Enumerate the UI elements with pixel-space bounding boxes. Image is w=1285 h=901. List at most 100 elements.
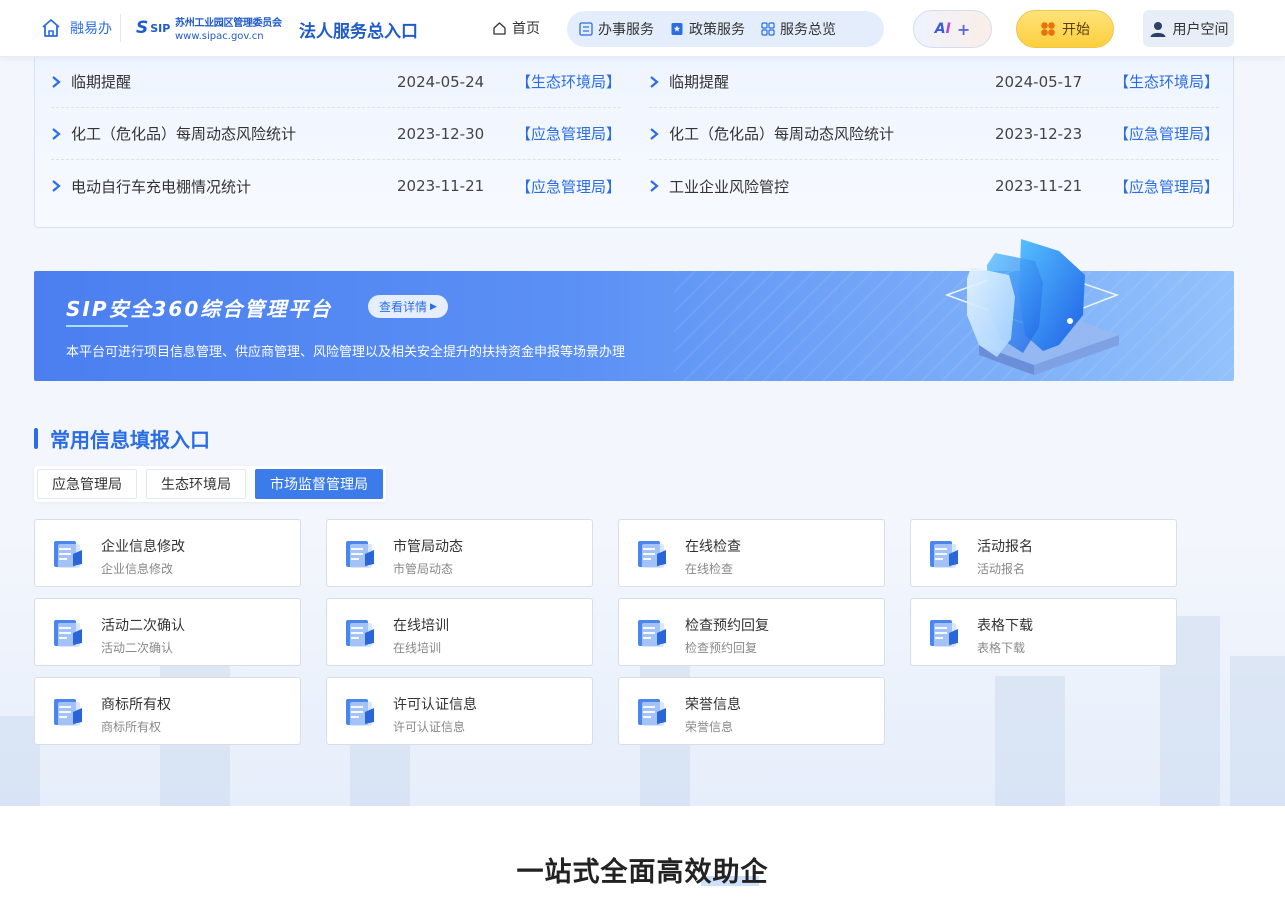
section-header: 常用信息填报入口 <box>34 424 210 453</box>
banner-underline <box>66 325 128 327</box>
chevron-right-icon <box>52 75 61 88</box>
service-card-title: 商标所有权 <box>101 697 171 713</box>
service-card[interactable]: 荣誉信息 荣誉信息 <box>618 677 885 745</box>
service-card[interactable]: 市管局动态 市管局动态 <box>326 519 593 587</box>
service-card[interactable]: 活动二次确认 活动二次确认 <box>34 598 301 666</box>
notice-date: 2023-12-23 <box>995 124 1083 143</box>
service-card-subtitle: 许可认证信息 <box>393 720 466 734</box>
notice-date: 2024-05-24 <box>397 72 485 91</box>
start-button-label: 开始 <box>1062 22 1090 38</box>
service-card[interactable]: 在线检查 在线检查 <box>618 519 885 587</box>
user-icon <box>1150 21 1165 37</box>
notice-row[interactable]: 电动自行车充电棚情况统计 2023-11-21 【应急管理局】 <box>51 160 621 212</box>
service-card-subtitle: 企业信息修改 <box>101 562 174 576</box>
service-card-subtitle: 检查预约回复 <box>685 641 758 655</box>
rongyiban-home-link[interactable]: 融易办 <box>40 17 112 39</box>
brand-divider <box>120 14 121 42</box>
notice-row[interactable]: 化工（危化品）每周动态风险统计 2023-12-23 【应急管理局】 <box>649 108 1219 160</box>
user-space-button[interactable]: 用户空间 <box>1143 10 1234 47</box>
start-button[interactable]: 开始 <box>1016 10 1114 48</box>
caret-right-icon: ▶ <box>430 301 437 312</box>
notice-row[interactable]: 工业企业风险管控 2023-11-21 【应急管理局】 <box>649 160 1219 212</box>
notice-list-right: 临期提醒 2024-05-17 【生态环境局】 化工（危化品）每周动态风险统计 … <box>649 56 1219 212</box>
tab-ecology-environment[interactable]: 生态环境局 <box>146 469 246 499</box>
home-outline-icon <box>493 21 506 35</box>
four-petal-icon <box>1041 22 1055 36</box>
notice-title: 临期提醒 <box>669 73 730 91</box>
service-card-title: 在线检查 <box>685 539 741 555</box>
org-block: 苏州工业园区管理委员会 www.sipac.gov.cn <box>175 14 282 42</box>
section-accent-bar <box>34 428 38 449</box>
service-card-subtitle: 商标所有权 <box>101 720 162 734</box>
department-tabs: 应急管理局 生态环境局 市场监督管理局 <box>34 466 386 502</box>
nav-item-affairs-label: 办事服务 <box>598 22 654 38</box>
view-details-button[interactable]: 查看详情 ▶ <box>368 295 448 318</box>
notice-row[interactable]: 临期提醒 2024-05-24 【生态环境局】 <box>51 56 621 108</box>
nav-item-affairs[interactable]: 办事服务 <box>579 19 654 39</box>
service-card-subtitle: 在线培训 <box>393 641 442 655</box>
banner-description: 本平台可进行项目信息管理、供应商管理、风险管理以及相关安全提升的扶持资金申报等场… <box>66 345 626 360</box>
notice-title: 工业企业风险管控 <box>669 177 790 196</box>
top-header: 融易办 S SIP 苏州工业园区管理委员会 www.sipac.gov.cn 法… <box>0 0 1285 57</box>
org-name: 苏州工业园区管理委员会 <box>175 18 282 29</box>
nav-home[interactable]: 首页 <box>492 18 540 38</box>
nav-group: 办事服务 政策服务 服务总览 <box>567 11 884 47</box>
service-card[interactable]: 检查预约回复 检查预约回复 <box>618 598 885 666</box>
nav-item-policy[interactable]: 政策服务 <box>670 19 745 39</box>
rongyiban-label: 融易办 <box>70 21 112 37</box>
notice-title: 临期提醒 <box>71 73 132 91</box>
policy-star-icon <box>671 23 683 35</box>
tab-emergency-management[interactable]: 应急管理局 <box>37 469 137 499</box>
service-card-subtitle: 活动二次确认 <box>101 641 174 655</box>
service-card[interactable]: 在线培训 在线培训 <box>326 598 593 666</box>
document-form-icon <box>346 541 374 568</box>
service-card[interactable]: 许可认证信息 许可认证信息 <box>326 677 593 745</box>
document-form-icon <box>638 699 666 726</box>
plus-icon: + <box>956 19 971 39</box>
notice-date: 2023-11-21 <box>397 177 485 195</box>
notice-row[interactable]: 化工（危化品）每周动态风险统计 2023-12-30 【应急管理局】 <box>51 108 621 160</box>
service-card[interactable]: 活动报名 活动报名 <box>910 519 1177 587</box>
sip-logo-mark: S <box>136 18 148 38</box>
service-card-title: 在线培训 <box>393 618 449 634</box>
sip-logo[interactable]: S SIP <box>136 18 170 38</box>
chevron-right-icon <box>52 127 61 140</box>
notice-panel: 临期提醒 2024-05-24 【生态环境局】 化工（危化品）每周动态风险统计 … <box>34 40 1234 228</box>
portal-title: 法人服务总入口 <box>299 22 418 42</box>
notice-title: 化工（危化品）每周动态风险统计 <box>71 125 297 143</box>
nav-home-label: 首页 <box>512 21 540 37</box>
service-card[interactable]: 商标所有权 商标所有权 <box>34 677 301 745</box>
tab-market-supervision[interactable]: 市场监督管理局 <box>255 469 383 499</box>
user-space-label: 用户空间 <box>1172 21 1229 38</box>
service-card-title: 企业信息修改 <box>101 539 185 555</box>
notice-row[interactable]: 临期提醒 2024-05-17 【生态环境局】 <box>649 56 1219 108</box>
banner-title: SIP安全360综合管理平台 <box>66 297 333 321</box>
ai-assistant-button[interactable]: A I + <box>913 10 992 48</box>
security-shield-illustration-icon <box>944 239 1120 375</box>
ai-letter-a: A <box>934 21 946 37</box>
notice-title: 化工（危化品）每周动态风险统计 <box>669 125 895 143</box>
chevron-right-icon <box>52 180 61 192</box>
service-card-subtitle: 荣誉信息 <box>685 720 734 734</box>
chevron-right-icon <box>650 75 659 88</box>
service-card[interactable]: 表格下载 表格下载 <box>910 598 1177 666</box>
service-card-title: 市管局动态 <box>393 539 463 555</box>
view-details-label: 查看详情 <box>379 300 428 314</box>
nav-item-overview[interactable]: 服务总览 <box>761 19 836 39</box>
ai-letter-i: I <box>945 21 951 37</box>
chevron-right-icon <box>650 180 659 192</box>
notice-dept: 【应急管理局】 <box>1113 177 1219 196</box>
notice-dept: 【应急管理局】 <box>515 125 621 143</box>
notice-date: 2024-05-17 <box>995 72 1083 91</box>
service-card[interactable]: 企业信息修改 企业信息修改 <box>34 519 301 587</box>
notice-dept: 【应急管理局】 <box>515 177 621 196</box>
document-form-icon <box>54 541 82 568</box>
document-form-icon <box>346 620 374 647</box>
sip-logo-text: SIP <box>150 21 171 35</box>
service-card-title: 表格下载 <box>977 618 1033 634</box>
service-card-title: 活动二次确认 <box>101 618 185 634</box>
document-form-icon <box>346 699 374 726</box>
notice-date: 2023-12-30 <box>397 124 485 143</box>
document-form-icon <box>638 541 666 568</box>
service-card-subtitle: 表格下载 <box>977 641 1026 655</box>
